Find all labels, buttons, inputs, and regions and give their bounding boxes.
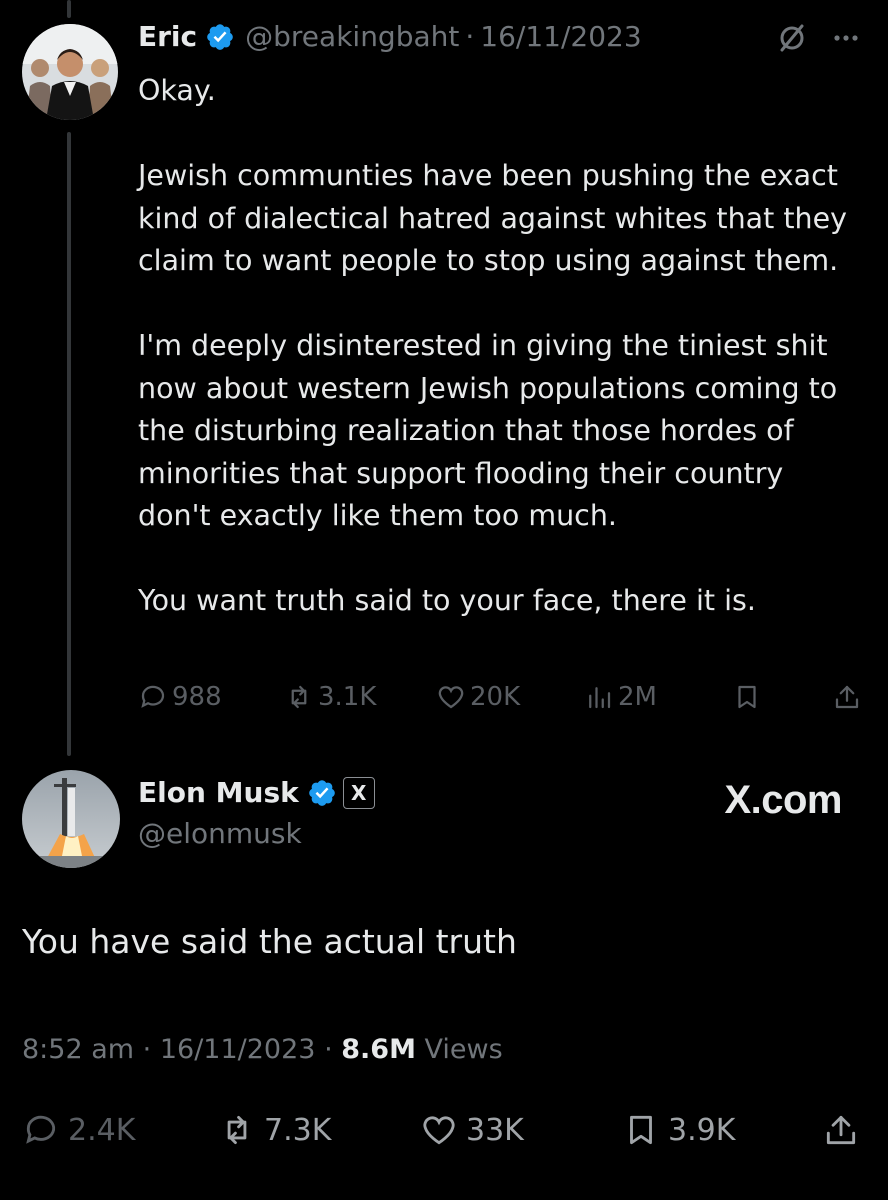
reply-views-label: Views — [424, 1034, 503, 1065]
separator-dot: · — [324, 1034, 333, 1065]
reply-share-button[interactable] — [822, 1111, 860, 1149]
reply-icon — [141, 685, 165, 708]
repost-count: 3.1K — [318, 682, 377, 712]
separator-dot: · — [465, 20, 475, 53]
reply-action-bar: 2.4K 7.3K 33K 3.9K — [22, 1107, 872, 1157]
views-count: 2M — [618, 682, 657, 712]
reply-bookmark-button[interactable]: 3.9K — [622, 1111, 735, 1149]
reply-reply-button[interactable]: 2.4K — [22, 1111, 135, 1149]
bookmark-icon — [738, 685, 756, 709]
reply-author-name[interactable]: Elon Musk — [138, 776, 299, 809]
tweet-date[interactable]: 16/11/2023 — [480, 20, 641, 53]
reply-time[interactable]: 8:52 am — [22, 1034, 134, 1065]
author-handle[interactable]: @breakingbaht — [245, 20, 459, 53]
reply-like-button[interactable]: 33K — [420, 1111, 524, 1149]
reply-repost-count: 7.3K — [264, 1112, 332, 1148]
eric-avatar[interactable] — [22, 24, 118, 120]
reply-button[interactable]: 988 — [138, 682, 222, 712]
repost-icon — [227, 1115, 247, 1145]
thread-line-top — [67, 0, 71, 18]
reply-views-count: 8.6M — [341, 1034, 416, 1065]
tweet-text: Okay. Jewish communties have been pushin… — [138, 74, 848, 617]
share-button[interactable] — [832, 682, 862, 712]
like-button[interactable]: 20K — [436, 682, 520, 712]
reply-icon — [26, 1115, 56, 1144]
reply-repost-button[interactable]: 7.3K — [218, 1111, 331, 1149]
like-count: 20K — [470, 682, 521, 712]
reply-reply-count: 2.4K — [68, 1112, 136, 1148]
bookmark-icon — [630, 1115, 652, 1145]
repost-button[interactable]: 3.1K — [284, 682, 376, 712]
views-icon — [589, 687, 611, 709]
verified-icon — [307, 778, 337, 808]
views-button[interactable]: 2M — [584, 682, 657, 712]
more-icon[interactable] — [830, 22, 862, 58]
reply-bookmark-count: 3.9K — [668, 1112, 736, 1148]
x-com-watermark: X.com — [724, 778, 842, 822]
reply-count: 988 — [172, 682, 222, 712]
elon-avatar[interactable] — [22, 770, 120, 868]
thread-line — [67, 132, 71, 756]
repost-icon — [291, 685, 307, 709]
share-icon — [835, 685, 859, 709]
reply-text: You have said the actual truth — [22, 922, 517, 961]
reply-date[interactable]: 16/11/2023 — [160, 1034, 316, 1065]
bookmark-button[interactable] — [732, 682, 762, 712]
tweet-header: Eric @breakingbaht · 16/11/2023 — [138, 20, 642, 53]
tweet-top-actions — [774, 20, 862, 60]
reply-meta: 8:52 am · 16/11/2023 · 8.6M Views — [22, 1034, 503, 1065]
x-affiliate-badge[interactable]: X — [342, 776, 375, 809]
like-icon — [423, 1116, 455, 1145]
author-name[interactable]: Eric — [138, 20, 197, 53]
no-grok-icon[interactable] — [774, 20, 810, 60]
separator-dot: · — [142, 1034, 152, 1065]
reply-like-count: 33K — [466, 1112, 524, 1148]
reply-header: Elon Musk X — [138, 776, 375, 809]
verified-icon — [205, 22, 235, 52]
share-icon — [826, 1115, 856, 1145]
reply-author-handle[interactable]: @elonmusk — [138, 817, 302, 850]
like-icon — [438, 686, 464, 709]
tweet-action-bar: 988 3.1K 20K 2M — [138, 676, 868, 722]
